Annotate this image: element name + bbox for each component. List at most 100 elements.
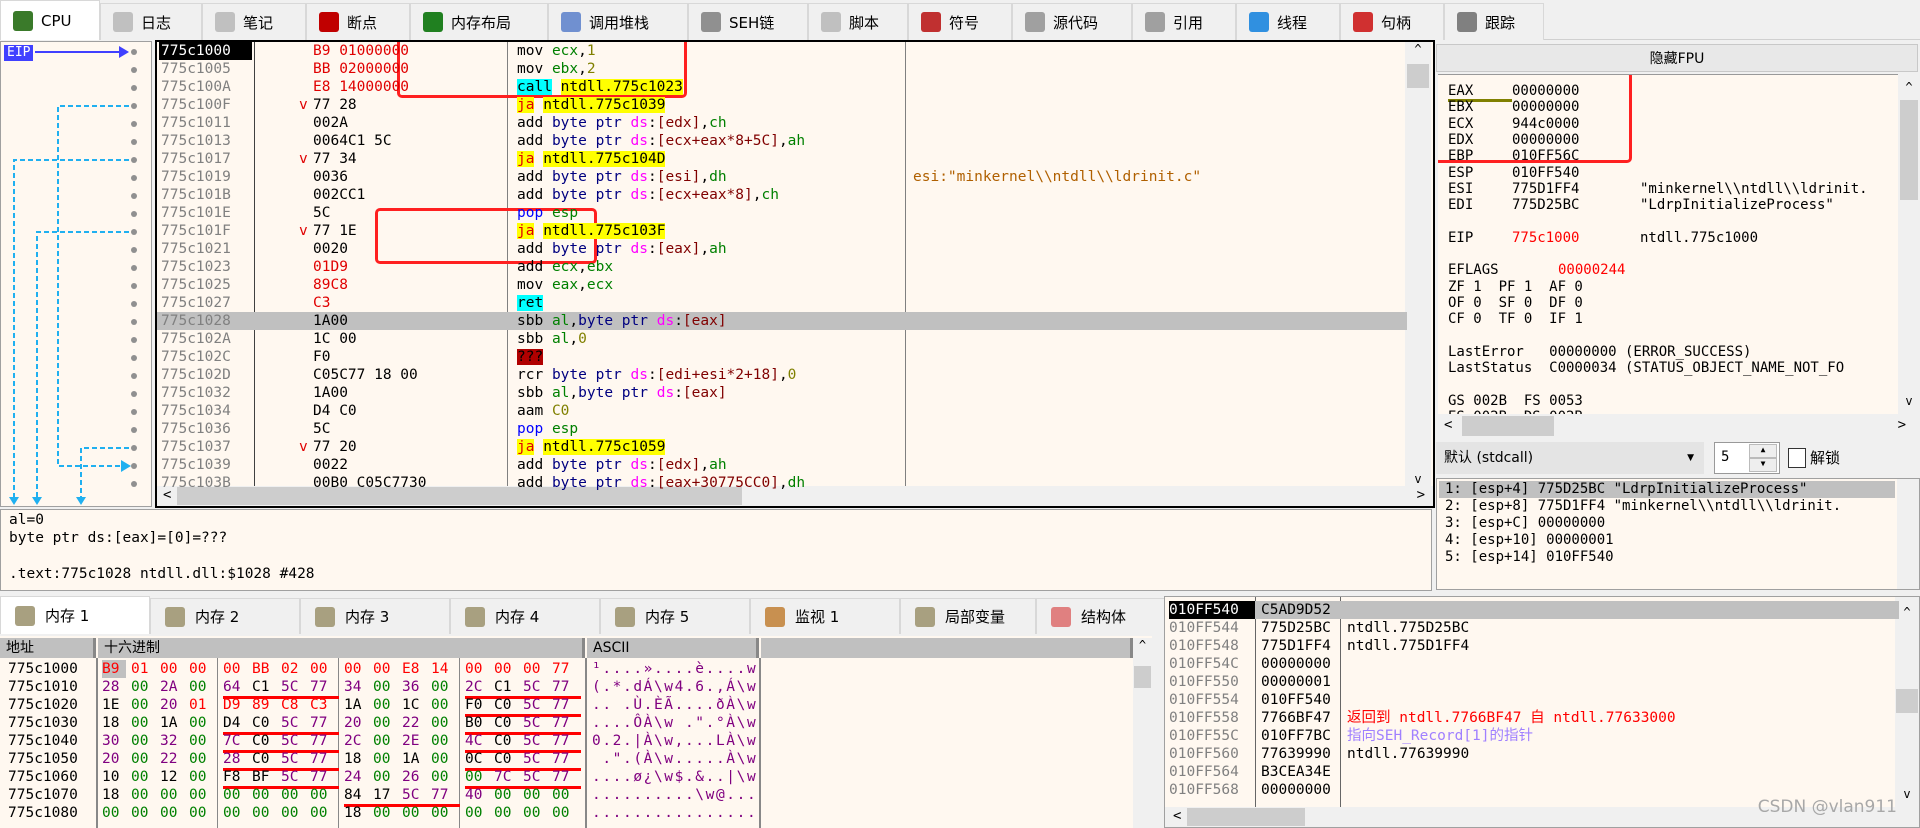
disasm-row[interactable]: 775c1013 0064C1 5C add byte ptr ds:[ecx+ea… [157, 132, 1407, 150]
argument-row[interactable]: 3: [esp+C] 00000000 [1439, 515, 1895, 532]
memory-row[interactable]: 775c1080 00 00 00 00 00 00 00 00 18 00 00 00 00 00 00 00… [0, 804, 1130, 822]
tab-log[interactable]: 日志 [100, 3, 202, 40]
hex-byte[interactable]: 01 [189, 696, 213, 714]
register-line[interactable]: ESP 010FF540 [1448, 165, 1640, 181]
breakpoint-dot[interactable] [131, 157, 137, 163]
hex-byte[interactable]: 00 [131, 696, 155, 714]
hex-byte[interactable]: 00 [189, 678, 213, 696]
hex-byte[interactable]: 00 [402, 804, 426, 822]
breakpoint-dot[interactable] [131, 265, 137, 271]
hex-byte[interactable]: 00 [131, 768, 155, 786]
hex-byte[interactable]: 00 [431, 750, 455, 768]
tab-notes[interactable]: 笔记 [202, 3, 306, 40]
hex-byte[interactable]: 02 [281, 660, 305, 678]
hex-byte[interactable]: C3 [310, 696, 334, 714]
memory-row[interactable]: 775c1000 B9 01 00 00 00 BB 02 00 00 00 E8 14 00 00 00 77… [0, 660, 1130, 678]
hex-byte[interactable]: 00 [189, 768, 213, 786]
hex-byte[interactable]: 00 [160, 660, 184, 678]
hex-byte[interactable]: 00 [431, 678, 455, 696]
hex-byte[interactable]: 40 [465, 786, 489, 804]
hex-byte[interactable]: 00 [252, 804, 276, 822]
breakpoint-dot[interactable] [131, 193, 137, 199]
register-line[interactable]: EFLAGS 00000244 [1448, 262, 1686, 278]
tab-seh[interactable]: SEH链 [688, 3, 808, 40]
disasm-row[interactable]: 775c1019 0036 add byte ptr ds:[esi],dh esi:… [157, 168, 1407, 186]
args-scrollbar[interactable] [1897, 479, 1919, 589]
hex-byte[interactable]: 00 [131, 786, 155, 804]
disasm-row[interactable]: 775c1000 B9 01000000 mov ecx,1 [157, 42, 1407, 60]
memory-row[interactable]: 775c1060 10 00 12 00 F8 BF 5C 77 24 00 26 00 00 7C 5C 77… [0, 768, 1130, 789]
hex-byte[interactable]: 18 [344, 750, 368, 768]
hex-byte[interactable]: 00 [431, 696, 455, 714]
hex-byte[interactable]: 00 [223, 786, 247, 804]
arg-count-spinner[interactable]: 5 ▲ ▼ [1714, 442, 1780, 474]
disasm-row[interactable]: 775c1025 89C8 mov eax,ecx [157, 276, 1407, 294]
stack-row[interactable]: 010FF560 77639990 ntdll.77639990 [1169, 745, 1899, 763]
hex-byte[interactable]: 00 [373, 804, 397, 822]
hex-byte[interactable]: 00 [465, 804, 489, 822]
hex-byte[interactable]: 00 [552, 804, 576, 822]
disasm-vertical-scrollbar[interactable]: ^ v [1405, 42, 1431, 486]
argument-row[interactable]: 5: [esp+14] 010FF540 [1439, 549, 1895, 566]
breakpoint-dot[interactable] [131, 49, 137, 55]
hex-byte[interactable]: 00 [131, 804, 155, 822]
stack-row[interactable]: 010FF564 B3CEA34E [1169, 763, 1899, 781]
register-value[interactable]: 00000244 [1558, 262, 1686, 278]
disasm-row[interactable]: 775c100F v 77 28 ja ntdll.775c1039 [157, 96, 1407, 114]
memory-tab[interactable]: 内存 3 [300, 598, 450, 634]
disasm-row[interactable]: 775c101E 5C pop esp [157, 204, 1407, 222]
hex-byte[interactable]: 00 [160, 786, 184, 804]
register-value[interactable]: 775c1000 [1512, 230, 1640, 246]
stack-row[interactable]: 010FF558 7766BF47 返回到 ntdll.7766BF47 自 ntd… [1169, 709, 1899, 727]
hex-byte[interactable]: 77 [552, 660, 576, 678]
hex-byte[interactable]: 00 [102, 804, 126, 822]
hex-byte[interactable]: 00 [552, 786, 576, 804]
hex-byte[interactable]: 30 [102, 732, 126, 750]
tab-symbols[interactable]: 符号 [908, 3, 1012, 40]
memory-tab[interactable]: 内存 4 [450, 598, 600, 634]
hex-byte[interactable]: 00 [131, 732, 155, 750]
disasm-row[interactable]: 775c1036 5C pop esp [157, 420, 1407, 438]
breakpoint-dot[interactable] [131, 337, 137, 343]
hex-byte[interactable]: 00 [131, 678, 155, 696]
tab-handles[interactable]: 句柄 [1340, 3, 1444, 40]
register-value[interactable]: 775D1FF4 [1512, 181, 1640, 197]
hex-byte[interactable]: 18 [344, 804, 368, 822]
registers-vertical-scrollbar[interactable]: ^ v [1898, 74, 1920, 414]
register-value[interactable]: 010FF540 [1512, 165, 1640, 181]
hex-byte[interactable]: 10 [102, 768, 126, 786]
tab-cpu[interactable]: CPU [0, 0, 100, 40]
breakpoint-dot[interactable] [131, 445, 137, 451]
unlock-checkbox[interactable] [1788, 448, 1806, 468]
disasm-row[interactable]: 775c103B 00B0 C05C7730 add byte ptr ds:[ea… [157, 474, 1407, 492]
hex-byte[interactable]: 22 [402, 714, 426, 732]
hex-byte[interactable]: 00 [131, 714, 155, 732]
hex-byte[interactable]: 00 [373, 732, 397, 750]
disasm-row[interactable]: 775c1017 v 77 34 ja ntdll.775c104D [157, 150, 1407, 168]
hex-byte[interactable]: BB [252, 660, 276, 678]
breakpoint-dot[interactable] [131, 103, 137, 109]
stack-row[interactable]: 010FF544 775D25BC ntdll.775D25BC [1169, 619, 1899, 637]
disasm-row[interactable]: 775c1028 1A00 sbb al,byte ptr ds:[eax] [157, 312, 1407, 330]
tab-trace[interactable]: 跟踪 [1444, 3, 1544, 40]
breakpoint-dot[interactable] [131, 283, 137, 289]
hex-byte[interactable]: 00 [523, 786, 547, 804]
memory-row[interactable]: 775c1010 28 00 2A 00 64 C1 5C 77 34 00 36 00 2C C1 5C 77… [0, 678, 1130, 699]
column-header-hex[interactable]: 十六进制 [98, 638, 585, 658]
stack-row[interactable]: 010FF550 00000001 [1169, 673, 1899, 691]
hex-byte[interactable]: 20 [102, 750, 126, 768]
hex-byte[interactable]: 00 [223, 660, 247, 678]
hex-byte[interactable]: 00 [189, 732, 213, 750]
breakpoint-dot[interactable] [131, 391, 137, 397]
hex-byte[interactable]: 20 [344, 714, 368, 732]
hex-byte[interactable]: 89 [252, 696, 276, 714]
hex-byte[interactable]: 00 [373, 750, 397, 768]
disasm-row[interactable]: 775c102C F0??? [157, 348, 1407, 366]
memory-row[interactable]: 775c1030 18 00 1A 00 D4 C0 5C 77 20 00 22 00 B0 C0 5C 77… [0, 714, 1130, 735]
breakpoint-dot[interactable] [131, 427, 137, 433]
breakpoint-dot[interactable] [131, 463, 137, 469]
tab-source[interactable]: 源代码 [1012, 3, 1132, 40]
memory-row[interactable]: 775c1050 20 00 22 00 28 C0 5C 77 18 00 1A 00 0C C0 5C 77… [0, 750, 1130, 771]
breakpoint-dot[interactable] [131, 301, 137, 307]
hex-byte[interactable]: 24 [344, 768, 368, 786]
